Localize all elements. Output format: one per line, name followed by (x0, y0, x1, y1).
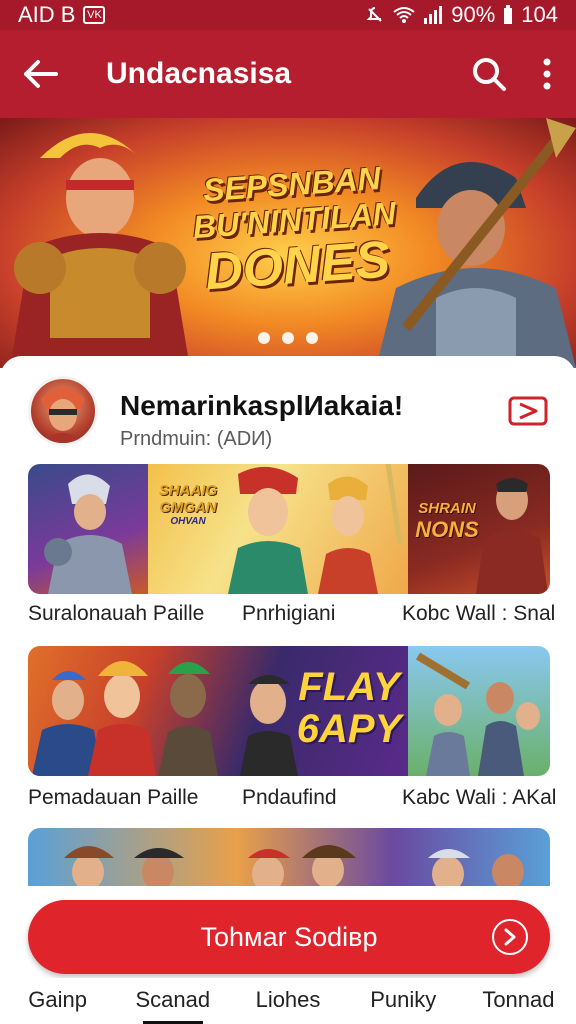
bottom-nav: Gainp Scanad Liohes Puniky Tonnad (0, 978, 576, 1024)
back-button[interactable] (0, 30, 80, 118)
page-title: Undacnasisa (106, 57, 292, 90)
game-art-heroes (228, 464, 403, 594)
game-title[interactable]: Kabc Wali : AKal (402, 786, 556, 810)
publisher-name: NemarinkasplИakaia! (120, 390, 404, 421)
more-vert-icon (543, 58, 551, 90)
game-row-labels: Pemadauan Paille Pndaufind Kabc Wali : A… (28, 786, 556, 810)
game-tile[interactable] (28, 464, 148, 594)
status-right: 90% 104 (365, 2, 558, 28)
status-carrier: AID B (18, 2, 76, 27)
carousel-dot[interactable] (282, 332, 294, 344)
game-row: SHAAIG GMGAN OHVAN SHRAIN NONS (28, 464, 550, 594)
app-actions (460, 30, 576, 118)
avatar (28, 376, 98, 446)
game-logo-line: 6APY (296, 707, 402, 751)
battery-icon (504, 5, 513, 24)
carousel-dot[interactable] (258, 332, 270, 344)
game-logo-line: GMGAN (159, 499, 217, 516)
game-logo-line: OHVAN (170, 516, 206, 527)
carousel-dot[interactable] (306, 332, 318, 344)
carousel-indicator (0, 332, 576, 344)
battery-percent: 90% (451, 2, 496, 27)
app-bar: Undacnasisa (0, 30, 576, 118)
game-row: FLAY 6APY (28, 646, 550, 776)
game-art-party (415, 652, 540, 776)
wifi-icon (393, 7, 415, 23)
hero-title: SEPSNBAN BU'NINTILAN DONES (166, 157, 424, 302)
nav-item-liohes[interactable]: Liohes (230, 978, 345, 1024)
nav-item-puniky[interactable]: Puniky (346, 978, 461, 1024)
cta-label: Tohмar Sodiвр (200, 921, 378, 952)
game-tile[interactable]: SHAAIG GMGAN OHVAN (148, 464, 408, 594)
game-logo-line: FLAY (298, 665, 400, 709)
game-logo: FLAY 6APY (294, 666, 404, 750)
game-tile[interactable]: FLAY 6APY (28, 646, 408, 776)
back-arrow-icon (24, 60, 58, 88)
nav-item-tonnad[interactable]: Tonnad (461, 978, 576, 1024)
chevron-right-icon (492, 919, 528, 955)
cta-area: Tohмar Sodiвр (0, 886, 576, 982)
game-title[interactable]: Pnrhigiani (242, 602, 402, 626)
mute-icon (366, 7, 382, 22)
publisher-subtitle: Prndmuin: (ADИ) (120, 428, 273, 450)
nav-item-scanad[interactable]: Scanad (115, 978, 230, 1024)
hero-banner[interactable]: SEPSNBAN BU'NINTILAN DONES (0, 118, 576, 368)
signal-icon (424, 6, 443, 24)
nav-item-gainp[interactable]: Gainp (0, 978, 115, 1024)
game-title[interactable]: Kobc Wall : Snal (402, 602, 555, 626)
status-left: AID B VK (18, 2, 106, 28)
game-art-warrior (476, 478, 548, 594)
search-button[interactable] (460, 30, 518, 118)
search-icon (473, 58, 506, 91)
game-art-knight (44, 474, 132, 594)
game-logo: SHAAIG GMGAN OHVAN (152, 482, 224, 527)
game-title[interactable]: Pemadauan Paille (28, 786, 242, 810)
game-title[interactable]: Suralonauah Paille (28, 602, 242, 626)
publisher-row[interactable]: NemarinkasplИakaia! Prndmuin: (ADИ) (28, 376, 548, 452)
game-logo-line: SHAAIG (158, 482, 218, 499)
primary-cta-button[interactable]: Tohмar Sodiвр (28, 900, 550, 974)
game-tile[interactable]: SHRAIN NONS (408, 464, 550, 594)
avatar-face-icon (41, 387, 85, 443)
game-tile[interactable] (408, 646, 550, 776)
status-badge: VK (83, 6, 106, 24)
game-title[interactable]: Pndaufind (242, 786, 402, 810)
game-row-labels: Suralonauah Paille Pnrhigiani Kobc Wall … (28, 602, 555, 626)
content-sheet: NemarinkasplИakaia! Prndmuin: (ADИ) SHAA… (0, 356, 576, 896)
status-time: 104 (521, 2, 558, 27)
status-bar: AID B VK 90% 104 (0, 0, 576, 30)
more-options-button[interactable] (518, 30, 576, 118)
play-icon[interactable] (508, 396, 548, 426)
